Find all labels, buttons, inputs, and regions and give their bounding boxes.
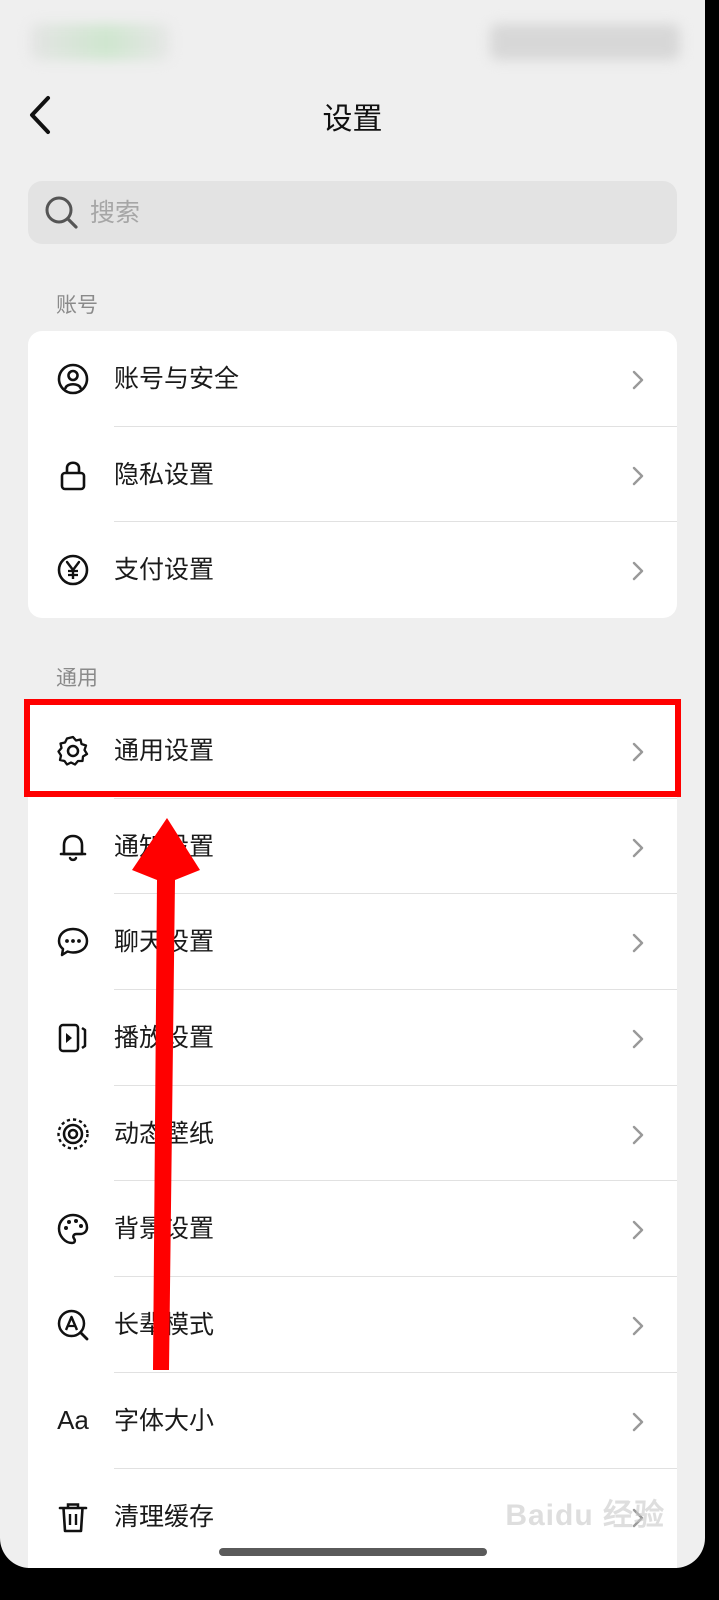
status-bar-left-blurred <box>30 24 170 60</box>
settings-item-label: 动态壁纸 <box>114 1118 215 1148</box>
search-input[interactable] <box>90 181 650 244</box>
nav-bar: 设置 <box>0 80 705 150</box>
settings-item-playback[interactable]: 播放设置 <box>28 990 677 1086</box>
search-bar[interactable] <box>28 181 677 244</box>
settings-item-font-size[interactable]: Aa 字体大小 <box>28 1373 677 1469</box>
settings-item-label: 通用设置 <box>114 736 215 765</box>
status-bar-right-blurred <box>490 24 680 60</box>
bell-icon <box>56 830 90 864</box>
settings-item-elder-mode[interactable]: 长辈模式 <box>28 1277 677 1373</box>
chevron-right-icon <box>632 466 644 485</box>
chevron-right-icon <box>632 838 644 857</box>
dynamic-wallpaper-icon <box>56 1117 90 1151</box>
settings-item-notifications[interactable]: 通知设置 <box>28 799 677 895</box>
user-circle-icon <box>56 362 90 396</box>
status-bar <box>0 0 705 70</box>
gear-icon <box>56 734 90 768</box>
settings-item-label: 通知设置 <box>114 831 215 861</box>
trash-icon <box>56 1500 90 1534</box>
chevron-right-icon <box>632 934 644 953</box>
font-size-icon: Aa <box>57 1405 89 1436</box>
chat-bubble-icon <box>56 925 90 959</box>
settings-screen: 设置 账号 账号与安全 <box>0 0 705 1568</box>
settings-item-privacy[interactable]: 隐私设置 <box>28 427 677 523</box>
chevron-right-icon <box>632 562 644 581</box>
settings-item-general[interactable]: 通用设置 <box>28 703 677 799</box>
chevron-right-icon <box>632 742 644 762</box>
chevron-right-icon <box>632 1316 644 1336</box>
settings-item-label: 背景设置 <box>114 1214 215 1244</box>
chevron-right-icon <box>632 370 644 390</box>
settings-item-label: 播放设置 <box>114 1023 215 1053</box>
section-header-account: 账号 <box>56 293 98 317</box>
search-icon <box>45 196 78 229</box>
lock-icon <box>56 458 90 492</box>
settings-item-label: 账号与安全 <box>114 364 240 393</box>
chevron-right-icon <box>632 1221 644 1240</box>
elder-mode-icon <box>56 1308 90 1342</box>
settings-item-account-security[interactable]: 账号与安全 <box>28 331 677 427</box>
watermark-logo: Baidu 经验 <box>505 1499 665 1532</box>
play-card-icon <box>56 1021 90 1055</box>
general-settings-card: 通用设置 通知设置 聊天设置 播放设置 动态壁纸 背景设置 长辈模式 Aa 字体… <box>28 703 677 1568</box>
page-title: 设置 <box>322 102 383 137</box>
home-indicator[interactable] <box>219 1548 487 1556</box>
chevron-right-icon <box>632 1412 644 1432</box>
chevron-right-icon <box>632 1125 644 1144</box>
settings-item-label: 清理缓存 <box>114 1501 215 1531</box>
settings-item-label: 字体大小 <box>114 1405 215 1435</box>
account-settings-card: 账号与安全 隐私设置 支付设置 <box>28 331 677 618</box>
yen-circle-icon <box>56 553 90 587</box>
settings-item-label: 长辈模式 <box>114 1310 215 1340</box>
section-header-general: 通用 <box>56 666 98 690</box>
settings-item-label: 支付设置 <box>114 555 215 585</box>
settings-item-background[interactable]: 背景设置 <box>28 1181 677 1278</box>
settings-item-chat[interactable]: 聊天设置 <box>28 894 677 991</box>
settings-item-payment[interactable]: 支付设置 <box>28 522 677 618</box>
settings-item-label: 隐私设置 <box>114 459 215 489</box>
chevron-right-icon <box>632 1029 644 1049</box>
palette-icon <box>56 1212 90 1246</box>
settings-item-label: 聊天设置 <box>114 927 215 957</box>
settings-item-dynamic-wallpaper[interactable]: 动态壁纸 <box>28 1086 677 1182</box>
